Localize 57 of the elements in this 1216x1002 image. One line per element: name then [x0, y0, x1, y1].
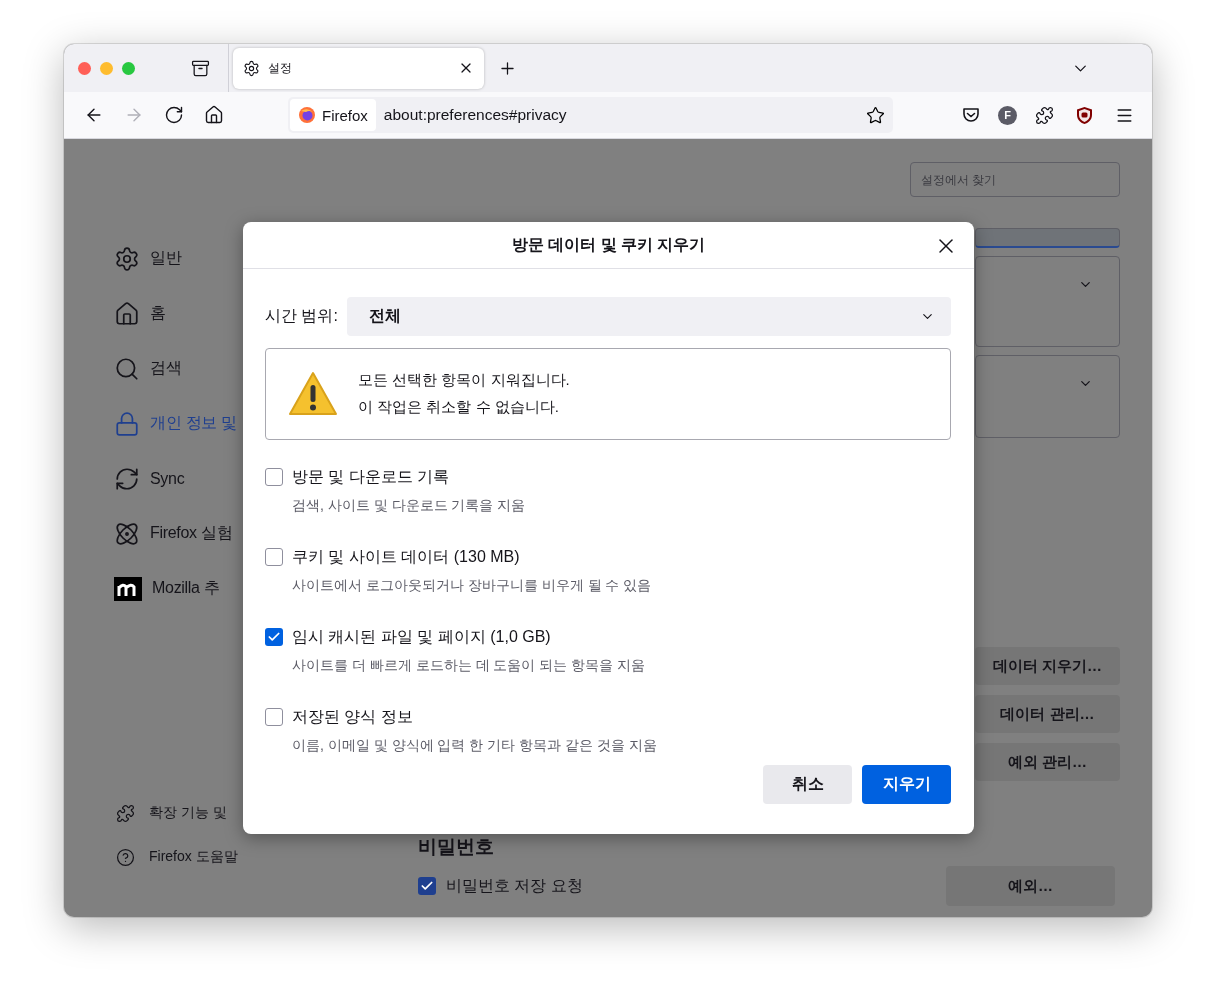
- dialog-title: 방문 데이터 및 쿠키 지우기: [511, 234, 706, 255]
- warning-text: 모든 선택한 항목이 지워집니다.: [358, 371, 570, 390]
- sidebar-item[interactable]: Mozilla 추: [114, 561, 244, 616]
- search-icon: [114, 355, 140, 382]
- star-icon[interactable]: [866, 105, 885, 125]
- browser-logo-icon: [298, 106, 316, 124]
- sidebar-item[interactable]: Firefox 실험: [114, 506, 244, 561]
- checkbox-label: 비밀번호 저장 요청: [446, 875, 583, 896]
- sidebar-item[interactable]: 일반: [114, 231, 244, 286]
- browser-tab[interactable]: 설정: [233, 47, 484, 89]
- checkbox[interactable]: [265, 548, 283, 566]
- identity-label: Firefox: [322, 106, 368, 124]
- sidebar-item[interactable]: 개인 정보 및: [114, 396, 244, 451]
- checkbox-label: 쿠키 및 사이트 데이터 (130 MB): [292, 546, 520, 567]
- warning-text: 이 작업은 취소할 수 없습니다.: [358, 398, 560, 417]
- option-description: 사이트를 더 빠르게 로드하는 데 도움이 되는 항목을 지움: [291, 657, 647, 675]
- page-button[interactable]: 데이터 지우기…: [975, 647, 1120, 685]
- url-text: about:preferences#privacy: [383, 106, 568, 124]
- close-window-icon[interactable]: [78, 61, 91, 75]
- puzzle-icon: [116, 803, 135, 823]
- sidebar-link[interactable]: 확장 기능 및: [114, 801, 244, 825]
- exceptions-button[interactable]: 예외…: [946, 866, 1115, 906]
- shield-icon[interactable]: [1076, 105, 1093, 125]
- clear-button[interactable]: 지우기: [862, 765, 951, 804]
- field-label: 시간 범위:: [265, 306, 338, 326]
- checkbox[interactable]: [265, 468, 283, 486]
- warning-icon: [288, 371, 338, 417]
- sidebar-item[interactable]: 홈: [114, 286, 244, 341]
- section-heading: 비밀번호: [418, 835, 495, 859]
- checkbox-label: 방문 및 다운로드 기록: [292, 466, 450, 487]
- sync-icon: [114, 465, 140, 492]
- gear-icon: [114, 245, 140, 272]
- checkbox-label: 저장된 양식 정보: [292, 706, 413, 727]
- time-range-select[interactable]: 전체: [346, 297, 951, 336]
- cancel-button[interactable]: 취소: [763, 765, 852, 804]
- search-field[interactable]: 설정에서 찾기: [910, 162, 1120, 197]
- sidebar-item[interactable]: Sync: [114, 451, 244, 506]
- identity-chip[interactable]: Firefox: [290, 99, 376, 131]
- sidebar-item[interactable]: 검색: [114, 341, 244, 396]
- page-button[interactable]: 예외 관리…: [975, 743, 1120, 781]
- address-bar[interactable]: Firefox about:preferences#privacy: [288, 97, 893, 133]
- checkbox-label: 임시 캐시된 파일 및 페이지 (1,0 GB): [292, 626, 551, 647]
- option-description: 검색, 사이트 및 다운로드 기록을 지움: [291, 497, 527, 515]
- tab-title: 설정: [268, 59, 293, 77]
- page-button[interactable]: 데이터 관리…: [975, 695, 1120, 733]
- gear-icon: [243, 59, 260, 77]
- help-icon: [116, 847, 135, 867]
- account-button[interactable]: F: [998, 105, 1017, 125]
- pocket-icon[interactable]: [962, 106, 980, 124]
- home-icon: [114, 300, 140, 327]
- lock-icon: [114, 410, 140, 437]
- atom-icon: [114, 520, 140, 547]
- square-logo-icon: [114, 576, 142, 601]
- option-description: 사이트에서 로그아웃되거나 장바구니를 비우게 될 수 있음: [291, 577, 653, 595]
- option-description: 이름, 이메일 및 양식에 입력 한 기타 항목과 같은 것을 지움: [291, 737, 658, 755]
- sidebar-link[interactable]: Firefox 도움말: [114, 845, 244, 869]
- checkbox[interactable]: [265, 708, 283, 726]
